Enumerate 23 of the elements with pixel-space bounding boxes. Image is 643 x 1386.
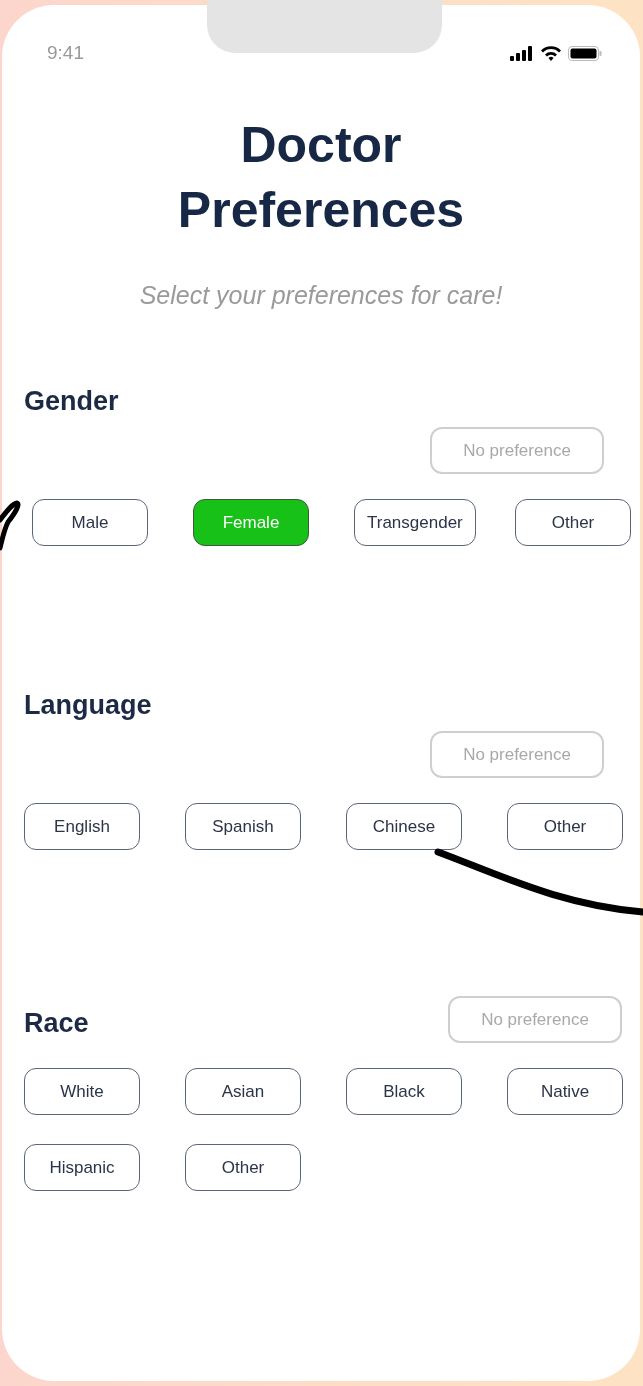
battery-icon	[568, 45, 602, 61]
wifi-icon	[540, 45, 562, 61]
status-time: 9:41	[47, 42, 84, 64]
option-button[interactable]: Native	[507, 1068, 623, 1115]
section-heading: Gender	[24, 386, 120, 417]
option-button[interactable]: Hispanic	[24, 1144, 140, 1191]
page-title: Doctor Preferences	[176, 116, 466, 240]
option-button[interactable]: White	[24, 1068, 140, 1115]
subtitle: Select your preferences for care!	[138, 281, 504, 310]
option-button[interactable]: English	[24, 803, 140, 850]
pen-stroke	[0, 500, 21, 551]
option-button[interactable]: Chinese	[346, 803, 462, 850]
option-button[interactable]: Asian	[185, 1068, 301, 1115]
section-heading: Race	[24, 1008, 89, 1039]
option-button[interactable]: Other	[515, 499, 631, 546]
option-button[interactable]: Other	[185, 1144, 301, 1191]
section-heading: Language	[24, 690, 153, 721]
option-button[interactable]: Other	[507, 803, 623, 850]
option-button[interactable]: Spanish	[185, 803, 301, 850]
signal-icon	[510, 45, 534, 61]
option-button[interactable]: Transgender	[354, 499, 476, 546]
option-button[interactable]: Male	[32, 499, 148, 546]
option-button[interactable]: Black	[346, 1068, 462, 1115]
